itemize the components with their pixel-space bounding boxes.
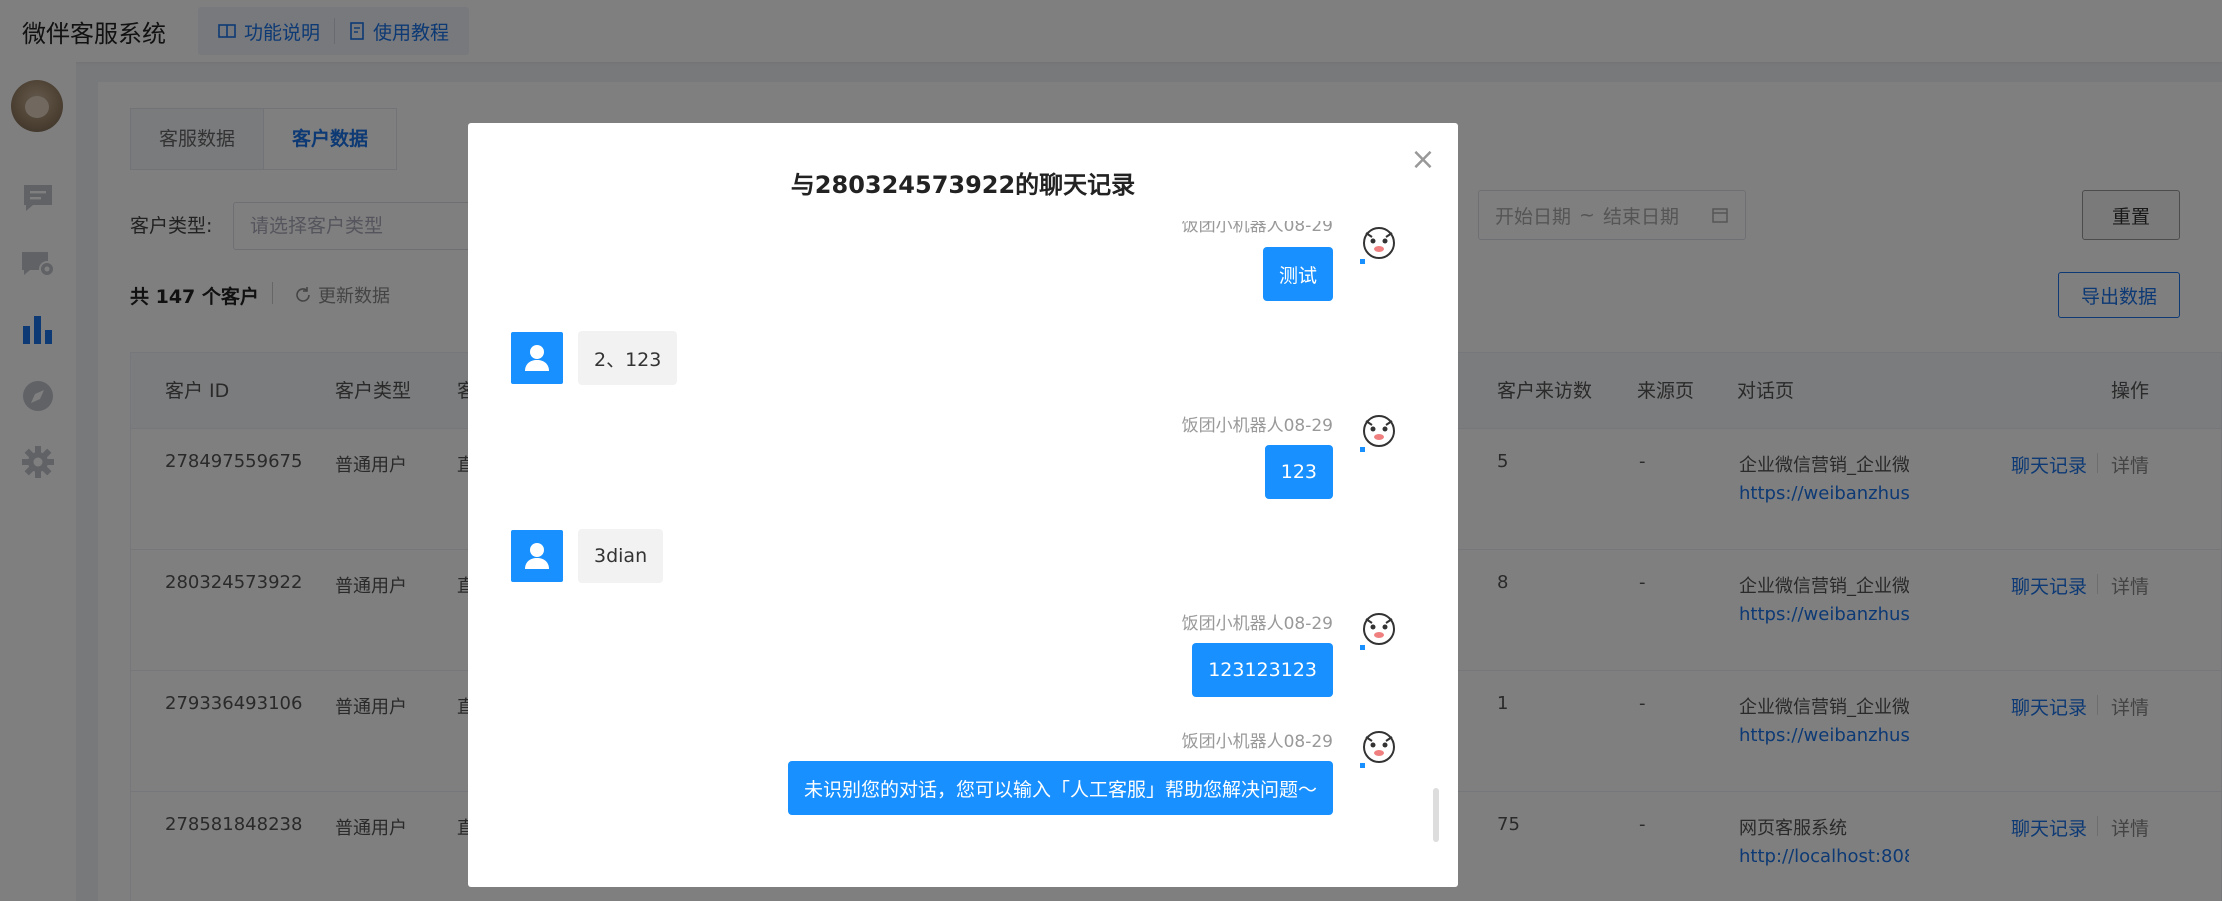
bot-avatar-icon [1356, 607, 1402, 653]
message-meta: 饭团小机器人08-29 [1181, 614, 1333, 634]
chat-history-modal: × 与280324573922的聊天记录 饭团小机器人08-29 测试 2、12… [468, 123, 1458, 887]
bot-avatar-icon [1356, 725, 1402, 771]
user-avatar-icon [511, 530, 563, 582]
message-bubble-incoming: 3dian [578, 529, 664, 583]
chat-message-list[interactable]: 饭团小机器人08-29 测试 2、123 饭团小机器人08-29 123 3di… [468, 221, 1458, 869]
message-bubble-outgoing: 测试 [1262, 247, 1333, 301]
message-meta: 饭团小机器人08-29 [1181, 221, 1333, 236]
message-bubble-outgoing: 未识别您的对话，您可以输入「人工客服」帮助您解决问题～ [787, 761, 1333, 815]
message-meta: 饭团小机器人08-29 [1181, 416, 1333, 436]
message-meta: 饭团小机器人08-29 [1181, 732, 1333, 752]
message-bubble-outgoing: 123123123 [1192, 643, 1333, 697]
message-bubble-incoming: 2、123 [578, 331, 678, 385]
bot-avatar-icon [1356, 221, 1402, 267]
chat-scrollbar[interactable] [1433, 788, 1439, 842]
message-bubble-outgoing: 123 [1264, 445, 1333, 499]
modal-title: 与280324573922的聊天记录 [790, 171, 1136, 199]
user-avatar-icon [511, 332, 563, 384]
bot-avatar-icon [1356, 409, 1402, 455]
